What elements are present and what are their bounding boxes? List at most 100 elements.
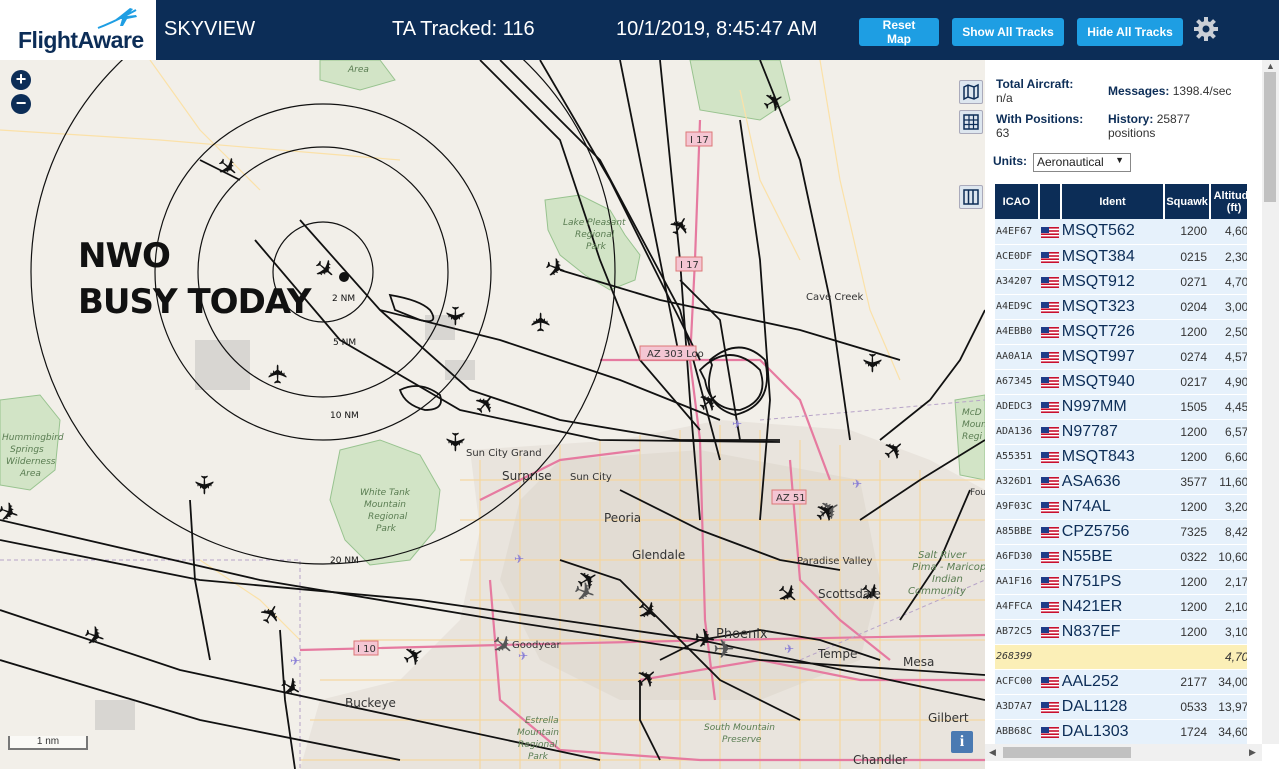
table-row[interactable]: A6FD30 N55BE032210,600: [995, 544, 1247, 570]
col-icao[interactable]: ICAO: [995, 184, 1040, 219]
svg-text:I 17: I 17: [680, 260, 699, 271]
table-row[interactable]: ADA136 N9778712006,575: [995, 419, 1247, 445]
table-row[interactable]: A34207 MSQT91202714,700: [995, 269, 1247, 295]
us-flag-icon: [1038, 569, 1061, 595]
svg-text:Glendale: Glendale: [632, 548, 685, 562]
ident-cell: MSQT384: [1060, 244, 1165, 270]
icao-cell: AA0A1A: [995, 344, 1039, 370]
us-flag-icon: [1038, 694, 1061, 720]
icao-cell: A55351: [995, 444, 1039, 470]
table-row[interactable]: A4EBB0 MSQT72612002,500: [995, 319, 1247, 345]
flightaware-logo[interactable]: FlightAware: [0, 0, 158, 60]
table-row[interactable]: A3D7A7 DAL1128053313,975: [995, 694, 1247, 720]
squawk-cell: 0271: [1164, 269, 1211, 295]
annotation-nwo: NWO: [78, 236, 171, 276]
us-flag-icon: [1038, 669, 1061, 695]
table-row[interactable]: A9F03C N74AL12003,200: [995, 494, 1247, 520]
ident-cell: AAL252: [1060, 669, 1165, 695]
svg-text:Park: Park: [528, 752, 549, 762]
scroll-left-icon[interactable]: ◀: [989, 747, 996, 758]
aircraft-icon: ✈: [273, 670, 307, 707]
grid-toggle-button[interactable]: [959, 110, 983, 134]
ident-cell: MSQT562: [1060, 219, 1165, 245]
vertical-scrollbar[interactable]: ▲: [1262, 60, 1279, 744]
svg-text:Indian: Indian: [932, 574, 963, 585]
svg-text:Chandler: Chandler: [853, 753, 907, 767]
horizontal-scroll-thumb[interactable]: [1003, 747, 1131, 758]
aircraft-table-wrapper[interactable]: ICAO Ident Squawk Altitude (ft) A4EF67 MS…: [995, 184, 1247, 744]
units-label: Units:: [993, 154, 1027, 168]
table-row[interactable]: A326D1 ASA636357711,600: [995, 469, 1247, 495]
table-row[interactable]: A67345 MSQT94002174,900: [995, 369, 1247, 395]
reset-map-button[interactable]: Reset Map: [859, 18, 939, 46]
zoom-out-button[interactable]: −: [11, 94, 31, 114]
altitude-cell: 4,450: [1210, 394, 1247, 420]
ident-cell: N74AL: [1060, 494, 1165, 520]
map-canvas[interactable]: ✈ ✈ ✈ ✈ ✈ ✈ ✈ ✈ ✈ ✈ ✈ ✈ ✈ ✈ ✈ ✈ ✈ ✈ ✈ ✈ …: [0, 60, 985, 769]
table-row[interactable]: ABB68C DAL1303172434,600: [995, 719, 1247, 744]
aircraft-icon: ✈: [306, 252, 342, 289]
col-flag[interactable]: [1038, 184, 1062, 219]
scroll-right-icon[interactable]: ▶: [1249, 747, 1256, 758]
squawk-cell: 1200: [1164, 419, 1211, 445]
svg-text:Preserve: Preserve: [722, 735, 762, 745]
chevron-down-icon: ▼: [1115, 155, 1124, 165]
table-row[interactable]: ACFC00 AAL252217734,000: [995, 669, 1247, 695]
annotation-busy-today: BUSY TODAY: [78, 282, 311, 322]
aircraft-icon: ✈: [663, 210, 700, 244]
table-row[interactable]: AB72C5 N837EF12003,100: [995, 619, 1247, 645]
columns-icon: [963, 189, 979, 205]
map-layers-button[interactable]: [959, 80, 983, 104]
col-ident[interactable]: Ident: [1060, 184, 1166, 219]
us-flag-icon: [1038, 594, 1061, 620]
squawk-cell: 0322: [1164, 544, 1211, 570]
icao-cell: A326D1: [995, 469, 1039, 495]
table-row[interactable]: 268399 4,700: [995, 644, 1247, 670]
icao-cell: ADA136: [995, 419, 1039, 445]
svg-text:AZ 303 Loo: AZ 303 Loo: [647, 349, 704, 360]
us-flag-icon: [1038, 644, 1061, 670]
units-select[interactable]: Aeronautical ▼: [1033, 153, 1131, 172]
table-row[interactable]: A85BBE CPZ575673258,425: [995, 519, 1247, 545]
table-row[interactable]: AA1F16 N751PS12002,175: [995, 569, 1247, 595]
svg-text:South Mountain: South Mountain: [704, 723, 775, 733]
col-squawk[interactable]: Squawk: [1164, 184, 1212, 219]
table-row[interactable]: ADEDC3 N997MM15054,450: [995, 394, 1247, 420]
vertical-scroll-thumb[interactable]: [1264, 72, 1276, 202]
flight-map[interactable]: ✈ ✈ ✈ ✈ ✈ ✈ ✈ ✈ ✈ ✈ ✈ ✈ ✈ ✈ ✈ ✈ ✈ ✈ ✈ ✈ …: [0, 60, 985, 769]
column-toggle-button[interactable]: [959, 185, 983, 209]
icao-cell: A34207: [995, 269, 1039, 295]
table-row[interactable]: ACE0DF MSQT38402152,300: [995, 244, 1247, 270]
horizontal-scrollbar[interactable]: ◀ ▶: [985, 744, 1262, 761]
table-row[interactable]: A4EF67 MSQT56212004,600: [995, 219, 1247, 245]
airport-icon: ✈: [518, 649, 528, 663]
table-row[interactable]: AA0A1A MSQT99702744,575: [995, 344, 1247, 370]
info-button[interactable]: i: [951, 731, 973, 753]
us-flag-icon: [1038, 294, 1061, 320]
aircraft-icon: ✈: [527, 311, 557, 333]
gear-icon[interactable]: [1193, 16, 1219, 42]
us-flag-icon: [1038, 419, 1061, 445]
hide-all-tracks-button[interactable]: Hide All Tracks: [1077, 18, 1183, 46]
zoom-in-button[interactable]: +: [11, 70, 31, 90]
show-all-tracks-button[interactable]: Show All Tracks: [952, 18, 1064, 46]
col-altitude[interactable]: Altitude (ft): [1210, 184, 1247, 219]
svg-text:Mesa: Mesa: [903, 655, 934, 669]
tracked-count: TA Tracked: 116: [392, 18, 535, 40]
icao-cell: 268399: [995, 644, 1039, 670]
squawk-cell: 1200: [1164, 569, 1211, 595]
table-row[interactable]: A55351 MSQT84312006,600: [995, 444, 1247, 470]
icao-cell: A67345: [995, 369, 1039, 395]
clock-datetime: 10/1/2019, 8:45:47 AM: [616, 18, 818, 40]
messages-label: Messages:: [1108, 84, 1170, 98]
scroll-up-icon[interactable]: ▲: [1266, 61, 1275, 71]
svg-text:Fou: Fou: [970, 488, 985, 498]
altitude-cell: 2,100: [1210, 594, 1247, 620]
squawk-cell: 1724: [1164, 719, 1211, 744]
svg-text:Paradise Valley: Paradise Valley: [797, 556, 873, 567]
table-row[interactable]: A4FFCA N421ER12002,100: [995, 594, 1247, 620]
table-row[interactable]: A4ED9C MSQT32302043,000: [995, 294, 1247, 320]
squawk-cell: 1505: [1164, 394, 1211, 420]
squawk-cell: 0215: [1164, 244, 1211, 270]
ident-cell: MSQT912: [1060, 269, 1165, 295]
